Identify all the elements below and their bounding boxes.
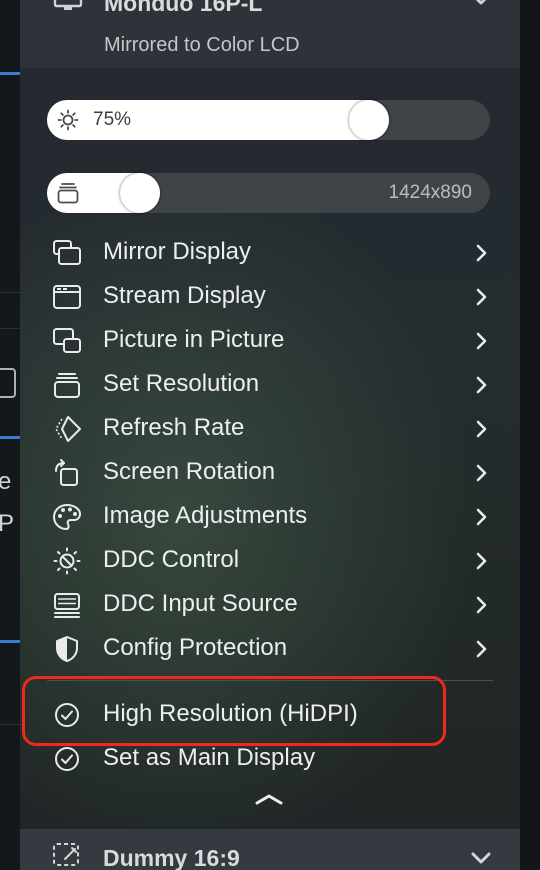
resolution-slider[interactable]: 1424x890: [47, 173, 490, 213]
menu-item-label: Picture in Picture: [103, 326, 285, 353]
dummy-display-icon: [52, 842, 82, 868]
rotation-icon: [52, 459, 82, 487]
menu-item-picture-in-picture[interactable]: Picture in Picture: [20, 319, 520, 363]
background-text-fragment: P: [0, 510, 15, 537]
menu-item-ddc-control[interactable]: DDC Control: [20, 539, 520, 583]
background-app-strip: e P: [0, 0, 20, 870]
chevron-right-icon: [475, 464, 487, 482]
highlight-annotation: [22, 676, 446, 746]
menu-item-label: DDC Input Source: [103, 590, 298, 617]
chevron-right-icon: [475, 596, 487, 614]
background-divider: [0, 724, 20, 725]
resolution-stack-icon: [56, 181, 79, 204]
toggle-label: Set as Main Display: [103, 744, 316, 771]
chevron-right-icon: [475, 640, 487, 658]
mirror-display-icon: [52, 239, 82, 267]
menu-item-label: Config Protection: [103, 634, 288, 661]
resolution-slider-knob[interactable]: [120, 173, 160, 213]
menu-item-label: Stream Display: [103, 282, 266, 309]
menu-item-label: DDC Control: [103, 546, 240, 573]
palette-icon: [52, 503, 82, 531]
background-blue-line: [0, 72, 20, 75]
display-menu-panel: Monduo 16P-L Mirrored to Color LCD 75% 1…: [20, 0, 520, 870]
menu-item-label: Set Resolution: [103, 370, 260, 397]
input-source-icon: [52, 591, 82, 619]
chevron-right-icon: [475, 332, 487, 350]
menu-item-ddc-input-source[interactable]: DDC Input Source: [20, 583, 520, 627]
stream-display-icon: [52, 283, 82, 311]
brightness-slider-knob[interactable]: [349, 100, 389, 140]
menu-item-config-protection[interactable]: Config Protection: [20, 627, 520, 671]
right-background-strip: [520, 0, 540, 870]
stack-icon: [52, 371, 82, 399]
chevron-right-icon: [475, 420, 487, 438]
dummy-display-header[interactable]: Dummy 16:9: [20, 829, 520, 870]
background-divider: [0, 292, 20, 293]
menu-item-label: Screen Rotation: [103, 458, 276, 485]
ddc-sun-icon: [52, 547, 82, 575]
menu-item-image-adjustments[interactable]: Image Adjustments: [20, 495, 520, 539]
chevron-down-icon[interactable]: [470, 0, 492, 8]
chevron-right-icon: [475, 288, 487, 306]
brightness-slider[interactable]: 75%: [47, 100, 490, 140]
chevron-right-icon: [475, 552, 487, 570]
chevron-right-icon: [475, 376, 487, 394]
checkmark-circle-icon: [52, 745, 82, 773]
background-blue-line: [0, 436, 20, 439]
shield-icon: [52, 635, 82, 663]
picture-in-picture-icon: [52, 327, 82, 355]
menu-item-set-resolution[interactable]: Set Resolution: [20, 363, 520, 407]
background-divider: [0, 328, 20, 329]
display-subtitle: Mirrored to Color LCD: [104, 34, 300, 56]
menu-item-label: Refresh Rate: [103, 414, 245, 441]
refresh-rate-icon: [52, 415, 82, 443]
background-blue-line: [0, 640, 20, 643]
menu-item-screen-rotation[interactable]: Screen Rotation: [20, 451, 520, 495]
brightness-value: 75%: [93, 109, 132, 130]
menu-item-stream-display[interactable]: Stream Display: [20, 275, 520, 319]
menu-item-mirror-display[interactable]: Mirror Display: [20, 231, 520, 275]
chevron-up-icon[interactable]: [254, 792, 284, 806]
menu-item-refresh-rate[interactable]: Refresh Rate: [20, 407, 520, 451]
chevron-right-icon: [475, 508, 487, 526]
display-title: Monduo 16P-L: [104, 0, 263, 16]
menu-item-label: Image Adjustments: [103, 502, 308, 529]
chevron-right-icon: [475, 244, 487, 262]
chevron-down-icon[interactable]: [470, 851, 492, 865]
display-header[interactable]: Monduo 16P-L Mirrored to Color LCD: [20, 0, 520, 68]
background-text-fragment: e: [0, 468, 12, 495]
sun-icon: [57, 109, 79, 131]
monitor-icon: [53, 0, 83, 14]
resolution-value: 1424x890: [388, 182, 472, 203]
background-window-icon: [0, 368, 16, 398]
dummy-display-title: Dummy 16:9: [103, 845, 240, 870]
menu-item-label: Mirror Display: [103, 238, 252, 265]
